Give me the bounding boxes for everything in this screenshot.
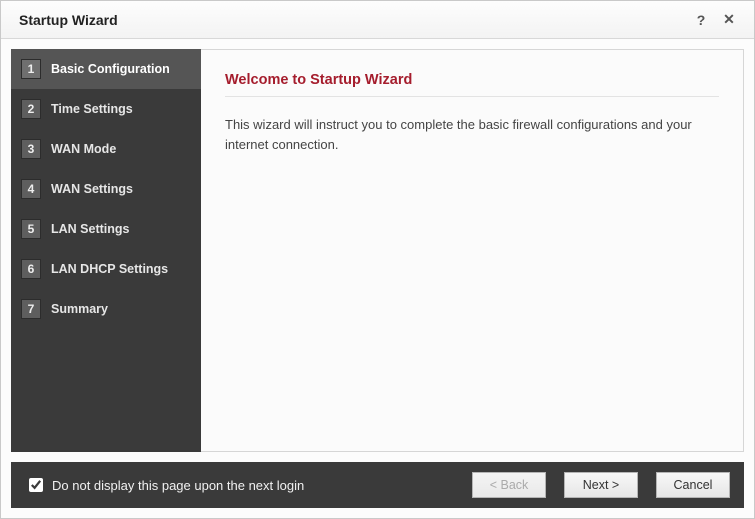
wizard-step-2[interactable]: 2 Time Settings xyxy=(11,89,201,129)
titlebar: Startup Wizard ? ✕ xyxy=(1,1,754,39)
wizard-step-3[interactable]: 3 WAN Mode xyxy=(11,129,201,169)
step-label: Basic Configuration xyxy=(51,62,170,76)
step-number: 6 xyxy=(21,259,41,279)
suppress-checkbox-wrap[interactable]: Do not display this page upon the next l… xyxy=(25,475,472,495)
step-number: 7 xyxy=(21,299,41,319)
wizard-step-1[interactable]: 1 Basic Configuration xyxy=(11,49,201,89)
back-button: < Back xyxy=(472,472,546,498)
dialog-title: Startup Wizard xyxy=(19,12,684,28)
wizard-sidebar: 1 Basic Configuration 2 Time Settings 3 WAN M… xyxy=(11,49,201,452)
main-description: This wizard will instruct you to complet… xyxy=(225,115,719,154)
step-number: 2 xyxy=(21,99,41,119)
help-icon[interactable]: ? xyxy=(690,9,712,31)
wizard-step-6[interactable]: 6 LAN DHCP Settings xyxy=(11,249,201,289)
main-heading: Welcome to Startup Wizard xyxy=(225,72,719,88)
cancel-button[interactable]: Cancel xyxy=(656,472,730,498)
step-label: LAN DHCP Settings xyxy=(51,262,168,276)
wizard-main-panel: Welcome to Startup Wizard This wizard wi… xyxy=(201,49,744,452)
startup-wizard-dialog: Startup Wizard ? ✕ 1 Basic Configuration 2… xyxy=(0,0,755,519)
wizard-step-7[interactable]: 7 Summary xyxy=(11,289,201,329)
step-label: Time Settings xyxy=(51,102,133,116)
step-label: Summary xyxy=(51,302,108,316)
step-label: WAN Mode xyxy=(51,142,116,156)
next-button[interactable]: Next > xyxy=(564,472,638,498)
dialog-body: 1 Basic Configuration 2 Time Settings 3 WAN M… xyxy=(1,39,754,462)
close-icon[interactable]: ✕ xyxy=(718,9,740,31)
dialog-footer: Do not display this page upon the next l… xyxy=(11,462,744,508)
step-number: 1 xyxy=(21,59,41,79)
step-label: WAN Settings xyxy=(51,182,133,196)
step-number: 5 xyxy=(21,219,41,239)
divider xyxy=(225,96,719,97)
step-number: 4 xyxy=(21,179,41,199)
suppress-checkbox[interactable] xyxy=(29,478,43,492)
suppress-checkbox-label: Do not display this page upon the next l… xyxy=(52,478,304,493)
step-label: LAN Settings xyxy=(51,222,129,236)
wizard-step-5[interactable]: 5 LAN Settings xyxy=(11,209,201,249)
footer-buttons: < Back Next > Cancel xyxy=(472,472,730,498)
step-number: 3 xyxy=(21,139,41,159)
wizard-step-4[interactable]: 4 WAN Settings xyxy=(11,169,201,209)
